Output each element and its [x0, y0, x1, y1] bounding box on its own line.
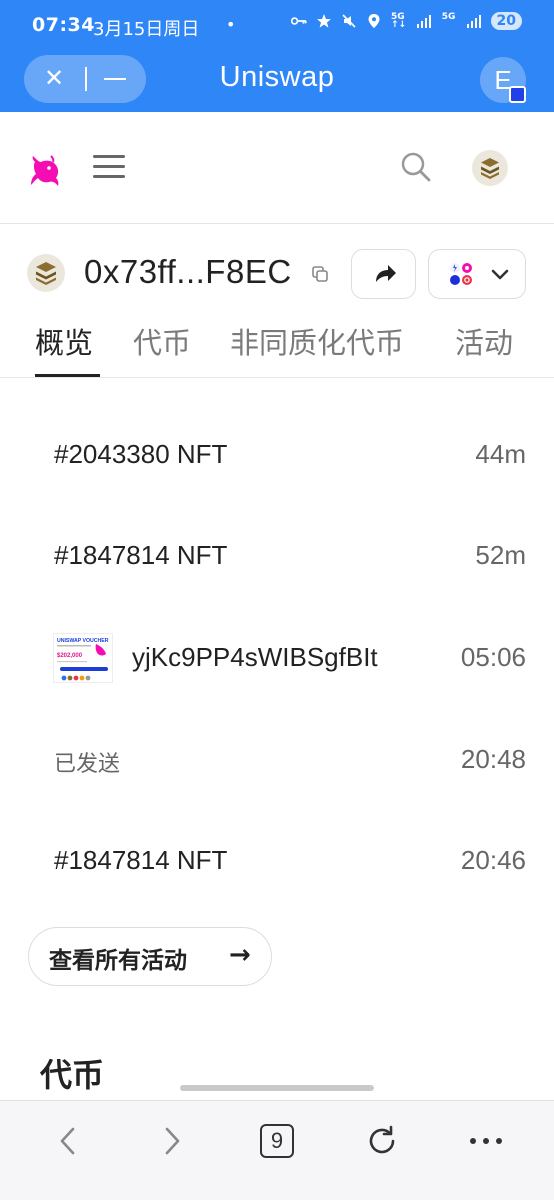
signal-icon: [416, 13, 432, 29]
voucher-thumbnail: UNISWAP VOUCHER $202,000: [53, 633, 113, 683]
share-arrow-icon: [376, 265, 396, 282]
activity-time: 20:48: [460, 744, 526, 774]
voucher-amount: $202,000: [57, 653, 83, 659]
account-avatar-button[interactable]: E: [480, 57, 526, 103]
star-icon: [316, 13, 332, 29]
more-icon[interactable]: [466, 1121, 506, 1161]
activity-time: 05:06: [460, 642, 526, 672]
view-all-activity-button[interactable]: 查看所有活动 →: [28, 927, 272, 986]
wallet-avatar[interactable]: [472, 150, 508, 186]
tab-tokens[interactable]: 代币: [133, 320, 191, 362]
mute-icon: [341, 13, 357, 29]
connected-apps-icon: [450, 263, 472, 285]
refresh-icon[interactable]: [362, 1121, 402, 1161]
activity-row[interactable]: #2043380 NFT 44m: [0, 423, 554, 483]
chevron-down-icon: [491, 269, 509, 280]
active-tab-indicator: [35, 374, 100, 377]
activity-row[interactable]: #1847814 NFT 20:46: [0, 829, 554, 889]
activity-row[interactable]: UNISWAP VOUCHER $202,000 yjKc9PP4sWIBSgf…: [0, 626, 554, 686]
account-badge: [509, 86, 526, 103]
copy-icon[interactable]: [312, 266, 328, 282]
back-icon[interactable]: [48, 1121, 88, 1161]
account-avatar: [27, 254, 65, 292]
tabs-icon[interactable]: 9: [257, 1121, 297, 1161]
activity-name: yjKc9PP4sWIBSgfBIt: [132, 642, 378, 672]
status-date: 3月15日周日: [93, 19, 200, 40]
activity-name: #1847814 NFT: [54, 540, 228, 570]
activity-time: 20:46: [460, 845, 526, 875]
activity-row[interactable]: 已发送 20:48: [0, 728, 554, 788]
activity-name: 已发送: [54, 752, 121, 777]
tab-overview[interactable]: 概览: [35, 320, 93, 362]
browser-title: Uniswap: [219, 61, 335, 93]
signal-icon: [466, 13, 482, 29]
wallet-address: 0x73ff...F8EC: [84, 253, 292, 290]
tab-activity[interactable]: 活动: [455, 320, 513, 362]
connected-apps-dropdown[interactable]: [428, 249, 526, 299]
activity-row[interactable]: #1847814 NFT 52m: [0, 524, 554, 584]
5g-icon: 5G ↑↓: [390, 12, 407, 30]
activity-name: #2043380 NFT: [54, 439, 228, 469]
browser-toolbar: ✕ Uniswap E: [0, 52, 554, 112]
location-icon: [366, 13, 382, 29]
browser-bottom-nav: 9: [0, 1100, 554, 1200]
search-icon[interactable]: [399, 150, 433, 184]
tokens-section-heading: 代币: [40, 1056, 105, 1094]
status-time: 07:34: [32, 14, 95, 36]
portfolio-tabs: 概览 代币 非同质化代币 活动: [0, 312, 554, 378]
5g-icon: 5G: [441, 12, 456, 22]
key-icon: [290, 13, 307, 29]
home-indicator: [180, 1085, 374, 1091]
app-header: [0, 112, 554, 224]
activity-time: 52m: [475, 540, 526, 570]
menu-icon[interactable]: [93, 155, 125, 179]
status-bar: 07:34 3月15日周日 • 5G ↑↓ 5G 20: [0, 0, 554, 52]
tab-count: 9: [260, 1124, 294, 1158]
tab-nfts[interactable]: 非同质化代币: [230, 320, 404, 362]
share-button[interactable]: [351, 249, 416, 299]
uniswap-logo-icon[interactable]: [25, 150, 65, 190]
notification-dot: •: [226, 15, 236, 34]
view-all-label: 查看所有活动: [49, 948, 187, 974]
forward-icon[interactable]: [152, 1121, 192, 1161]
status-icons: 5G ↑↓ 5G 20: [290, 12, 522, 30]
activity-name: #1847814 NFT: [54, 845, 228, 875]
battery-indicator: 20: [490, 12, 522, 30]
arrow-right-icon: →: [229, 940, 251, 970]
voucher-title: UNISWAP VOUCHER: [57, 638, 109, 644]
activity-time: 44m: [475, 439, 526, 469]
